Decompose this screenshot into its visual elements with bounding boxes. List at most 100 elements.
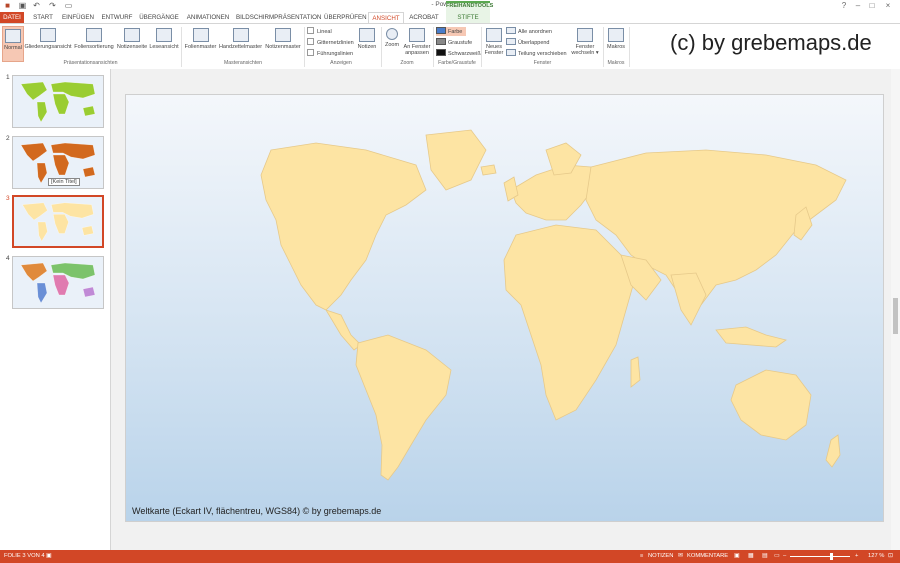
macros-button[interactable]: Makros bbox=[605, 26, 627, 60]
notes-status-icon: ≡ bbox=[640, 553, 644, 559]
new-window-button[interactable]: Neues Fenster bbox=[484, 26, 504, 60]
guides-checkbox[interactable]: Führungslinien bbox=[307, 49, 353, 58]
slide-thumbnail-3[interactable] bbox=[12, 195, 104, 248]
group-praesentationsansichten: Präsentationsansichten bbox=[63, 60, 118, 66]
scrollbar-thumb[interactable] bbox=[893, 298, 898, 334]
slide-thumbnail-pane: 1 2 [Kein Titel] 3 4 bbox=[0, 69, 111, 550]
slide-number: 3 bbox=[6, 195, 10, 202]
group-fenster: Fenster bbox=[533, 60, 552, 66]
close-icon[interactable]: × bbox=[882, 0, 894, 11]
normal-view-label: Normal bbox=[4, 45, 22, 51]
group-anzeigen: Anzeigen bbox=[330, 60, 352, 66]
ruler-checkbox[interactable]: Lineal bbox=[307, 27, 332, 36]
world-map-thumbnail bbox=[20, 262, 96, 304]
normal-view-status-icon[interactable]: ▣ bbox=[734, 550, 739, 563]
map-iceland bbox=[480, 164, 497, 176]
tab-acrobat[interactable]: ACROBAT bbox=[406, 12, 442, 23]
map-central-america bbox=[325, 309, 362, 351]
notes-page-label: Notizenseite bbox=[116, 44, 148, 50]
zoom-slider-knob[interactable] bbox=[830, 553, 833, 560]
tab-uebergaenge[interactable]: ÜBERGÄNGE bbox=[138, 12, 180, 23]
tab-ueberpruefen[interactable]: ÜBERPRÜFEN bbox=[324, 12, 367, 23]
slide-master-button[interactable]: Folienmaster bbox=[184, 26, 217, 60]
slide-counter: FOLIE 3 VON 4 bbox=[4, 553, 45, 559]
slide-sorter-status-icon[interactable]: ▦ bbox=[748, 550, 753, 563]
arrange-icon bbox=[506, 27, 516, 34]
switch-window-label: Fenster wechseln ▾ bbox=[571, 44, 599, 56]
move-split-button[interactable]: Teilung verschieben bbox=[506, 49, 567, 58]
handout-master-icon bbox=[232, 28, 249, 42]
map-south-america bbox=[355, 334, 452, 481]
grayscale-label: Graustufe bbox=[448, 40, 473, 46]
grayscale-button[interactable]: Graustufe bbox=[436, 38, 472, 47]
tab-stifte[interactable]: STIFTE bbox=[450, 12, 486, 23]
slide-thumbnail-4[interactable] bbox=[12, 256, 104, 309]
reading-view-status-icon[interactable]: ▤ bbox=[762, 550, 767, 563]
guides-label: Führungslinien bbox=[317, 51, 354, 57]
zoom-level[interactable]: 127 % bbox=[868, 550, 884, 563]
help-icon[interactable]: ? bbox=[838, 0, 850, 11]
group-makros: Makros bbox=[607, 60, 625, 66]
zoom-button[interactable]: Zoom bbox=[383, 26, 401, 60]
slide-master-label: Folienmaster bbox=[184, 44, 217, 50]
gridlines-checkbox[interactable]: Gitternetzlinien bbox=[307, 38, 354, 47]
tab-datei[interactable]: DATEI bbox=[0, 12, 24, 23]
zoom-in-icon[interactable]: + bbox=[855, 550, 858, 563]
maximize-icon[interactable]: □ bbox=[866, 0, 878, 11]
switch-window-button[interactable]: Fenster wechseln ▾ bbox=[570, 26, 600, 60]
tab-entwurf[interactable]: ENTWURF bbox=[100, 12, 134, 23]
checkbox-box bbox=[307, 27, 314, 34]
world-map bbox=[260, 129, 847, 481]
tab-bildschirmpraesentation[interactable]: BILDSCHIRMPRÄSENTATION bbox=[236, 12, 321, 23]
map-new-zealand bbox=[825, 434, 841, 468]
normal-view-icon bbox=[5, 29, 21, 43]
reading-view-button[interactable]: Leseansicht bbox=[149, 26, 179, 60]
fit-to-window-button[interactable]: An Fenster anpassen bbox=[402, 26, 432, 60]
macros-icon bbox=[608, 28, 624, 42]
notes-button[interactable]: Notizen bbox=[356, 26, 378, 60]
slideshow-status-icon[interactable]: ▭ bbox=[774, 550, 779, 563]
slide-sorter-button[interactable]: Foliensortierung bbox=[73, 26, 115, 60]
notes-master-label: Notizenmaster bbox=[265, 44, 301, 50]
current-slide[interactable]: Weltkarte (Eckart IV, flächentreu, WGS84… bbox=[125, 94, 884, 522]
zoom-slider[interactable] bbox=[790, 556, 850, 557]
black-white-swatch-icon bbox=[436, 49, 446, 56]
move-split-label: Teilung verschieben bbox=[518, 51, 567, 57]
notes-page-button[interactable]: Notizenseite bbox=[116, 26, 148, 60]
slide-caption[interactable]: Weltkarte (Eckart IV, flächentreu, WGS84… bbox=[132, 506, 381, 516]
color-mode-button[interactable]: Farbe bbox=[436, 27, 467, 36]
ribbon-tabs: DATEI START EINFÜGEN ENTWURF ÜBERGÄNGE A… bbox=[0, 12, 900, 24]
slide-number: 2 bbox=[6, 135, 10, 142]
outline-view-label: Gliederungsansicht bbox=[24, 44, 72, 50]
spellcheck-icon[interactable]: ▣ bbox=[46, 550, 51, 563]
tab-einfuegen[interactable]: EINFÜGEN bbox=[60, 12, 96, 23]
world-map-thumbnail bbox=[22, 202, 94, 242]
handout-master-button[interactable]: Handzettelmaster bbox=[218, 26, 263, 60]
map-north-america bbox=[260, 142, 427, 311]
black-white-button[interactable]: Schwarzweiß bbox=[436, 49, 481, 58]
fit-slide-icon[interactable]: ⊡ bbox=[888, 550, 893, 563]
minimize-icon[interactable]: – bbox=[852, 0, 864, 11]
cascade-button[interactable]: Überlappend bbox=[506, 38, 550, 47]
magnifier-icon bbox=[386, 28, 398, 40]
cascade-label: Überlappend bbox=[518, 40, 550, 46]
arrange-all-button[interactable]: Alle anordnen bbox=[506, 27, 552, 36]
comments-toggle[interactable]: KOMMENTARE bbox=[687, 550, 728, 563]
color-swatch-icon bbox=[436, 27, 446, 34]
outline-view-button[interactable]: Gliederungsansicht bbox=[24, 26, 72, 60]
zoom-out-icon[interactable]: – bbox=[783, 550, 786, 563]
map-greenland bbox=[425, 129, 487, 191]
notes-master-button[interactable]: Notizenmaster bbox=[264, 26, 302, 60]
handout-master-label: Handzettelmaster bbox=[218, 44, 263, 50]
slide-thumbnail-1[interactable] bbox=[12, 75, 104, 128]
checkbox-box bbox=[307, 49, 314, 56]
split-icon bbox=[506, 49, 516, 56]
notes-toggle[interactable]: NOTIZEN bbox=[648, 550, 673, 563]
normal-view-button[interactable]: Normal bbox=[2, 26, 24, 62]
tab-animationen[interactable]: ANIMATIONEN bbox=[184, 12, 232, 23]
comments-status-icon: ✉ bbox=[678, 553, 683, 559]
group-farbe-graustufe: Farbe/Graustufe bbox=[438, 60, 476, 66]
cascade-icon bbox=[506, 38, 516, 45]
tab-start[interactable]: START bbox=[30, 12, 56, 23]
tooltip: [Kein Titel] bbox=[48, 178, 80, 186]
